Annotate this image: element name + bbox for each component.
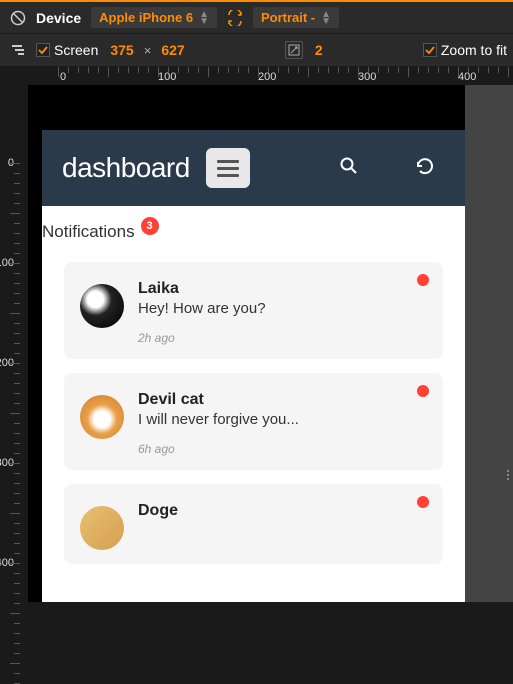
notification-name: Devil cat [138,391,427,409]
avatar [80,395,124,439]
device-viewport: dashboard Notifications 3 Lai [28,85,465,602]
notifications-list: Laika Hey! How are you? 2h ago Devil cat… [42,262,465,564]
notifications-title: Notifications [42,222,135,242]
zoom-checkbox[interactable]: Zoom to fit [423,42,507,58]
avatar [80,506,124,550]
checkbox-icon [36,43,50,57]
screen-label: Screen [54,42,98,58]
devtools-toolbar: Device Apple iPhone 6 ▲▼ Portrait - ▲▼ S… [0,0,513,66]
orientation-value: Portrait - [261,10,315,25]
unread-dot-icon [417,274,429,286]
dimension-separator: × [144,43,152,58]
horizontal-ruler: 0 100 200 300 400 [28,67,513,85]
notifications-badge: 3 [141,217,159,235]
select-arrows-icon: ▲▼ [321,11,331,25]
ruler-tick-label: 0 [60,71,66,83]
menu-button[interactable] [206,148,250,188]
unread-dot-icon [417,496,429,508]
zoom-label: Zoom to fit [441,42,507,58]
device-select[interactable]: Apple iPhone 6 ▲▼ [91,7,217,28]
screen-checkbox[interactable]: Screen [36,42,98,58]
device-select-value: Apple iPhone 6 [99,10,193,25]
no-entry-icon[interactable] [6,6,30,30]
dpr-icon[interactable] [285,41,303,59]
dock-icon[interactable] [6,38,30,62]
notification-card[interactable]: Devil cat I will never forgive you... 6h… [64,373,443,470]
search-icon[interactable] [339,156,359,181]
notification-name: Doge [138,502,427,520]
avatar [80,284,124,328]
swap-orientation-icon[interactable] [223,6,247,30]
device-label: Device [36,10,81,26]
notification-message: Hey! How are you? [138,300,427,317]
notification-message: I will never forgive you... [138,411,427,428]
dpr-value[interactable]: 2 [315,42,323,58]
orientation-select[interactable]: Portrait - ▲▼ [253,7,339,28]
checkbox-icon [423,43,437,57]
notification-time: 6h ago [138,442,427,456]
screen-width[interactable]: 375 [110,42,133,58]
drag-handle-icon[interactable] [505,465,511,485]
notification-card[interactable]: Doge [64,484,443,564]
notifications-header: Notifications 3 [42,222,465,242]
app-body: Notifications 3 Laika Hey! How are you? … [42,206,465,602]
notification-card[interactable]: Laika Hey! How are you? 2h ago [64,262,443,359]
unread-dot-icon [417,385,429,397]
app-header: dashboard [42,130,465,206]
vertical-ruler: 0 100 200 300 400 [0,85,28,602]
right-scrollbar-gutter[interactable] [465,85,513,602]
notification-name: Laika [138,280,427,298]
notification-time: 2h ago [138,331,427,345]
refresh-icon[interactable] [415,156,435,181]
device-screen: dashboard Notifications 3 Lai [42,130,465,602]
app-title: dashboard [62,152,190,184]
screen-height[interactable]: 627 [161,42,184,58]
select-arrows-icon: ▲▼ [199,11,209,25]
